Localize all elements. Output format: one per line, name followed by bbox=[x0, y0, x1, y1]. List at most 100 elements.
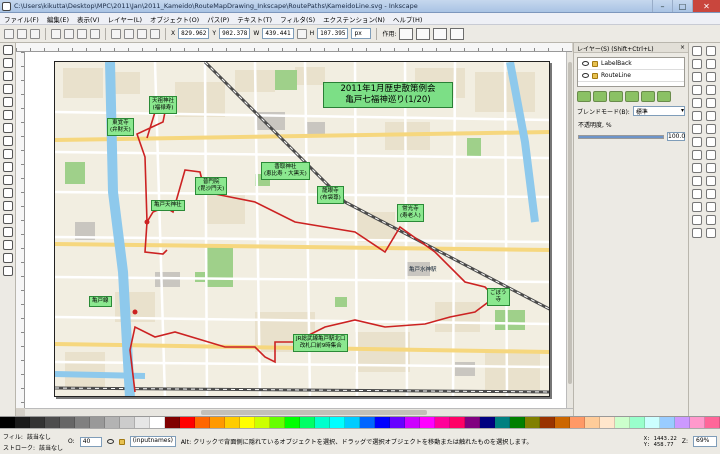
text-tool-icon[interactable] bbox=[2, 201, 13, 211]
snap-toggle-icon[interactable] bbox=[692, 202, 702, 212]
label-tenjin[interactable]: 天祖神社 (福禄寿) bbox=[149, 96, 178, 114]
pencil-tool-icon[interactable] bbox=[2, 162, 13, 172]
import-icon[interactable] bbox=[692, 72, 702, 82]
lower-to-bottom-icon[interactable] bbox=[150, 28, 160, 39]
title-bar[interactable]: C:\Users\kikutta\Desktop\MPC\2011\Jan\20… bbox=[0, 0, 720, 13]
fill-stroke-icon[interactable] bbox=[706, 163, 716, 173]
lower-icon[interactable] bbox=[137, 28, 147, 39]
x-field[interactable]: 829.962 bbox=[178, 28, 210, 39]
paste-icon[interactable] bbox=[692, 111, 702, 121]
label-katori[interactable]: 香取神社 (恵比寿・大黒天) bbox=[261, 162, 310, 180]
unlink-clone-icon[interactable] bbox=[692, 150, 702, 160]
fill-value[interactable]: 該当なし bbox=[27, 432, 51, 441]
duplicate-icon[interactable] bbox=[692, 137, 702, 147]
vertical-scroll-thumb[interactable] bbox=[568, 62, 572, 384]
spray-tool-icon[interactable] bbox=[2, 214, 13, 224]
zoom-selection-icon[interactable] bbox=[706, 111, 716, 121]
stroke-value[interactable]: 該当なし bbox=[39, 443, 63, 452]
minimize-button[interactable]: – bbox=[652, 0, 672, 12]
map-title-label[interactable]: 2011年1月歴史散策例会 亀戸七福神巡り(1/20) bbox=[323, 82, 453, 108]
gradient-tool-icon[interactable] bbox=[2, 253, 13, 263]
close-button[interactable]: ✕ bbox=[692, 0, 720, 12]
select-all-layers-icon[interactable] bbox=[17, 28, 27, 39]
horizontal-scrollbar[interactable] bbox=[25, 408, 573, 416]
layer-row[interactable]: LabelBack bbox=[578, 58, 684, 70]
menu-layer[interactable]: レイヤー(L) bbox=[104, 14, 147, 24]
label-kozenin[interactable]: 普門院 (毘沙門天) bbox=[195, 177, 228, 195]
raise-layer-icon[interactable] bbox=[609, 91, 623, 102]
current-layer-select[interactable]: (inputnames) bbox=[129, 436, 176, 447]
rotate-cw-icon[interactable] bbox=[64, 28, 74, 39]
star-tool-icon[interactable] bbox=[2, 136, 13, 146]
new-document-icon[interactable] bbox=[692, 46, 702, 56]
calligraphy-tool-icon[interactable] bbox=[2, 188, 13, 198]
menu-path[interactable]: パス(P) bbox=[203, 14, 233, 24]
label-goal[interactable]: ごぼう寺 bbox=[487, 288, 510, 306]
delete-layer-icon[interactable] bbox=[657, 91, 671, 102]
save-icon[interactable] bbox=[692, 59, 702, 69]
deselect-icon[interactable] bbox=[30, 28, 40, 39]
layer-lock-icon[interactable] bbox=[118, 438, 125, 445]
opacity-slider[interactable] bbox=[578, 134, 664, 139]
redo-icon[interactable] bbox=[706, 85, 716, 95]
label-kameido-station[interactable]: JR総武線亀戸駅北口 改札口前9時集合 bbox=[293, 334, 349, 352]
visibility-eye-icon[interactable] bbox=[582, 73, 589, 78]
dropper-tool-icon[interactable] bbox=[2, 266, 13, 276]
lock-ratio-icon[interactable] bbox=[296, 28, 307, 39]
label-shrine-temple[interactable]: 龍眼寺 (布袋尊) bbox=[317, 186, 344, 204]
drawing-canvas[interactable]: 2011年1月歴史散策例会 亀戸七福神巡り(1/20) 天祖神社 (福禄寿) 東覚… bbox=[25, 52, 566, 408]
snap-page-icon[interactable] bbox=[706, 228, 716, 238]
menu-view[interactable]: 表示(V) bbox=[73, 14, 104, 24]
unit-select[interactable]: px bbox=[351, 28, 372, 39]
3d-box-tool-icon[interactable] bbox=[2, 110, 13, 120]
layer-visibility-eye-icon[interactable] bbox=[106, 439, 114, 444]
vertical-ruler[interactable] bbox=[16, 52, 25, 408]
transform-gradients-toggle[interactable] bbox=[433, 27, 448, 40]
label-kameido-tenjin[interactable]: 亀戸天神社 bbox=[151, 200, 185, 211]
cut-icon[interactable] bbox=[706, 98, 716, 108]
h-field[interactable]: 107.395 bbox=[317, 28, 349, 39]
raise-icon[interactable] bbox=[124, 28, 134, 39]
raise-layer-top-icon[interactable] bbox=[593, 91, 607, 102]
panel-close-icon[interactable]: × bbox=[680, 44, 685, 51]
label-kameido-line[interactable]: 亀戸線 bbox=[89, 296, 112, 307]
visibility-eye-icon[interactable] bbox=[582, 61, 589, 66]
open-icon[interactable] bbox=[706, 46, 716, 56]
scale-stroke-toggle[interactable] bbox=[399, 27, 414, 40]
vertical-scrollbar[interactable] bbox=[566, 52, 573, 408]
add-layer-icon[interactable] bbox=[577, 91, 591, 102]
scale-corners-toggle[interactable] bbox=[416, 27, 431, 40]
group-icon[interactable] bbox=[706, 150, 716, 160]
snap-grid-icon[interactable] bbox=[692, 228, 702, 238]
snap-nodes-icon[interactable] bbox=[692, 215, 702, 225]
menu-edit[interactable]: 編集(E) bbox=[43, 14, 73, 24]
blend-mode-select[interactable]: 標準 ▾ bbox=[632, 106, 685, 116]
lock-icon[interactable] bbox=[592, 72, 598, 79]
pen-tool-icon[interactable] bbox=[2, 175, 13, 185]
spiral-tool-icon[interactable] bbox=[2, 149, 13, 159]
text-font-icon[interactable] bbox=[692, 176, 702, 186]
tweak-tool-icon[interactable] bbox=[2, 71, 13, 81]
horizontal-ruler[interactable] bbox=[16, 43, 572, 52]
snap-guide-icon[interactable] bbox=[706, 215, 716, 225]
menu-file[interactable]: ファイル(F) bbox=[0, 14, 43, 24]
maximize-button[interactable]: □ bbox=[672, 0, 692, 12]
select-all-icon[interactable] bbox=[4, 28, 14, 39]
snap-bbox-icon[interactable] bbox=[706, 202, 716, 212]
undo-icon[interactable] bbox=[692, 85, 702, 95]
zoom-tool-icon[interactable] bbox=[2, 84, 13, 94]
raise-to-top-icon[interactable] bbox=[111, 28, 121, 39]
flip-horizontal-icon[interactable] bbox=[77, 28, 87, 39]
bucket-tool-icon[interactable] bbox=[2, 240, 13, 250]
print-icon[interactable] bbox=[706, 59, 716, 69]
lock-icon[interactable] bbox=[592, 60, 598, 67]
map-page[interactable]: 2011年1月歴史散策例会 亀戸七福神巡り(1/20) 天祖神社 (福禄寿) 東覚… bbox=[54, 61, 550, 397]
w-field[interactable]: 439.441 bbox=[262, 28, 294, 39]
label-tokoin[interactable]: 東覚寺 (弁財天) bbox=[107, 118, 134, 136]
zoom-field[interactable]: 69% bbox=[693, 436, 717, 447]
ungroup-icon[interactable] bbox=[692, 163, 702, 173]
eraser-tool-icon[interactable] bbox=[2, 227, 13, 237]
layer-row[interactable]: RouteLine bbox=[578, 70, 684, 82]
menu-help[interactable]: ヘルプ(H) bbox=[389, 14, 426, 24]
export-icon[interactable] bbox=[706, 72, 716, 82]
